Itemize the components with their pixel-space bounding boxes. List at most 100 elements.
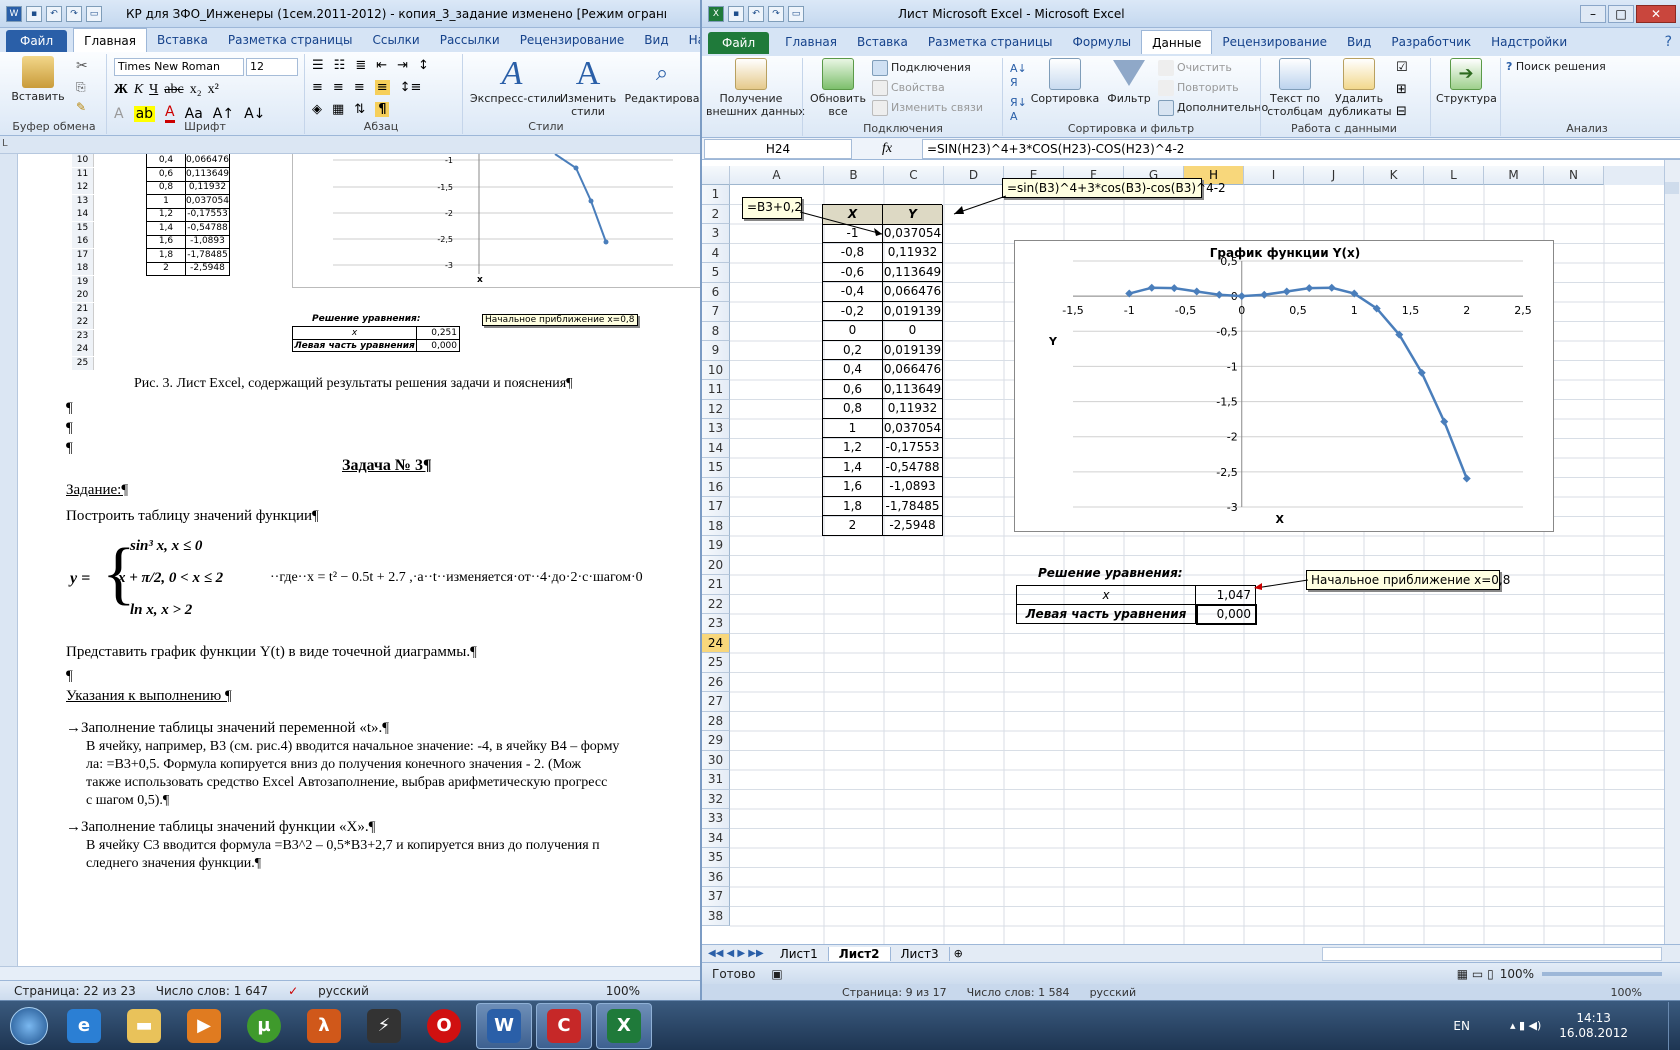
tab-insert[interactable]: Вставка — [147, 28, 218, 52]
cell-y[interactable]: -2,5948 — [883, 516, 943, 536]
clear-filter-button[interactable]: Очистить — [1158, 60, 1232, 76]
edit-links-button[interactable]: Изменить связи — [872, 100, 983, 116]
chart-area[interactable]: График функции Y(x)0,50-0,5-1-1,5-2-2,5-… — [1014, 240, 1554, 532]
tab-review[interactable]: Рецензирование — [510, 28, 635, 52]
cell-y[interactable]: 0,11932 — [883, 243, 943, 263]
cell-x[interactable]: 0 — [823, 321, 883, 341]
row-header-17[interactable]: 17 — [702, 497, 730, 517]
row-header-12[interactable]: 12 — [702, 399, 730, 419]
cell-y[interactable]: -1,0893 — [883, 477, 943, 497]
taskbar-app-lightning[interactable]: ⚡ — [356, 1003, 412, 1049]
row-header-13[interactable]: 13 — [702, 419, 730, 439]
filter-button[interactable]: Фильтр — [1104, 58, 1154, 105]
column-header-k[interactable]: K — [1364, 166, 1424, 185]
formula-input[interactable]: =SIN(H23)^4+3*COS(H23)-COS(H23)^4-2 — [922, 138, 1680, 159]
sheet-tab-1[interactable]: Лист1 — [770, 946, 829, 961]
cell-x[interactable]: 1 — [823, 418, 883, 438]
cell-y[interactable]: 0,11932 — [883, 399, 943, 419]
row-header-24[interactable]: 24 — [702, 633, 730, 653]
show-marks-button[interactable]: ¶ — [375, 102, 390, 117]
advanced-filter-button[interactable]: Дополнительно — [1158, 100, 1268, 116]
vertical-scrollbar[interactable] — [1664, 160, 1680, 944]
row-header-19[interactable]: 19 — [702, 536, 730, 556]
solver-button[interactable]: ? Поиск решения — [1506, 60, 1606, 73]
column-header-n[interactable]: N — [1544, 166, 1604, 185]
row-header-26[interactable]: 26 — [702, 672, 730, 692]
sheet-tab-3[interactable]: Лист3 — [891, 946, 950, 961]
increase-indent-icon[interactable]: ⇥ — [397, 58, 408, 73]
document-page[interactable]: 10 0,4 0,066476 11 0,6 0,113649 12 0,8 0,11932 13… — [20, 153, 700, 966]
tab-view[interactable]: Вид — [634, 28, 678, 52]
cell-x[interactable]: -0,2 — [823, 301, 883, 321]
underline-button[interactable]: Ч — [149, 82, 158, 98]
tab-addins[interactable]: Надстр — [679, 28, 700, 52]
status-zoom[interactable]: 100% — [606, 984, 640, 998]
cell-y[interactable]: 0,037054 — [883, 223, 943, 243]
sort-icon[interactable]: ↕ — [418, 58, 429, 73]
vertical-ruler[interactable] — [0, 154, 18, 966]
help-icon[interactable]: ? — [1665, 34, 1672, 50]
print-preview-icon[interactable]: ▭ — [86, 5, 102, 22]
status-words[interactable]: Число слов: 1 647 — [156, 984, 268, 998]
select-all-corner[interactable] — [702, 166, 730, 185]
row-header-28[interactable]: 28 — [702, 711, 730, 731]
redo-icon[interactable]: ↷ — [66, 5, 82, 22]
copy-icon[interactable]: ⎘ — [76, 80, 86, 95]
row-header-16[interactable]: 16 — [702, 477, 730, 497]
row-header-14[interactable]: 14 — [702, 438, 730, 458]
save-icon[interactable]: ▪ — [26, 5, 42, 22]
shading-icon[interactable]: ◈ — [312, 102, 322, 117]
fx-icon[interactable]: fx — [852, 141, 922, 157]
font-name-combo[interactable]: Times New Roman — [114, 58, 244, 76]
word-hscrollbar[interactable] — [0, 966, 700, 980]
bullets-icon[interactable]: ☰ — [312, 58, 324, 73]
cell-x[interactable]: 0,4 — [823, 360, 883, 380]
word-app-icon[interactable]: W — [6, 5, 22, 22]
taskbar-explorer[interactable]: ▬ — [116, 1003, 172, 1049]
what-if-icon[interactable]: ⊟ — [1396, 104, 1407, 119]
clock[interactable]: 14:13 16.08.2012 — [1559, 1011, 1628, 1041]
status-zoom[interactable]: 100% — [1500, 967, 1534, 981]
row-header-37[interactable]: 37 — [702, 887, 730, 907]
row-header-38[interactable]: 38 — [702, 906, 730, 926]
taskbar-halflife[interactable]: λ — [296, 1003, 352, 1049]
decrease-indent-icon[interactable]: ⇤ — [376, 58, 387, 73]
horizontal-ruler[interactable]: L — [0, 136, 700, 154]
worksheet-grid[interactable]: ABCDEFGHIJKLMN 1 2 3 4 5 6 7 8 9 10 11 12 13 14 15 16 17… — [702, 166, 1664, 944]
cell-x[interactable]: -0,6 — [823, 262, 883, 282]
status-page[interactable]: Страница: 22 из 23 — [14, 984, 136, 998]
remove-duplicates-button[interactable]: Удалить дубликаты — [1328, 58, 1392, 118]
vscroll-thumb[interactable] — [1665, 182, 1679, 194]
row-header-18[interactable]: 18 — [702, 516, 730, 536]
redo-icon[interactable]: ↷ — [768, 5, 784, 22]
solution-x-value[interactable]: 1,047 — [1196, 586, 1255, 605]
sort-az-icon[interactable]: А↓ Я — [1010, 62, 1027, 90]
properties-button[interactable]: Свойства — [872, 80, 945, 96]
tab-insert[interactable]: Вставка — [847, 30, 918, 54]
row-header-34[interactable]: 34 — [702, 828, 730, 848]
row-header-10[interactable]: 10 — [702, 360, 730, 380]
tab-file[interactable]: Файл — [6, 29, 68, 52]
row-header-5[interactable]: 5 — [702, 263, 730, 283]
save-icon[interactable]: ▪ — [728, 5, 744, 22]
editing-button[interactable]: ⌕ Редактирова — [624, 56, 700, 105]
cell-x[interactable]: 2 — [823, 516, 883, 536]
column-header-a[interactable]: A — [730, 166, 824, 185]
font-size-combo[interactable]: 12 — [246, 58, 298, 76]
taskbar-excel[interactable]: X — [596, 1002, 652, 1049]
excel-app-icon[interactable]: X — [708, 5, 724, 22]
language-indicator[interactable]: EN — [1453, 1019, 1470, 1033]
line-spacing-icon[interactable]: ↕≡ — [400, 80, 422, 95]
tab-home[interactable]: Главная — [73, 28, 147, 52]
outline-button[interactable]: ➔ Структура — [1436, 58, 1497, 105]
tab-home[interactable]: Главная — [775, 30, 847, 54]
tray-icons[interactable]: ▴ ▮ ◀) — [1510, 1019, 1541, 1032]
sheet-tab-2-active[interactable]: Лист2 — [828, 946, 891, 961]
column-header-c[interactable]: C — [884, 166, 944, 185]
row-header-33[interactable]: 33 — [702, 809, 730, 829]
cell-x[interactable]: -0,4 — [823, 282, 883, 302]
tab-page-layout[interactable]: Разметка страницы — [918, 30, 1063, 54]
cell-y[interactable]: 0,066476 — [883, 282, 943, 302]
row-header-36[interactable]: 36 — [702, 867, 730, 887]
sort-button[interactable]: Сортировка — [1030, 58, 1100, 105]
